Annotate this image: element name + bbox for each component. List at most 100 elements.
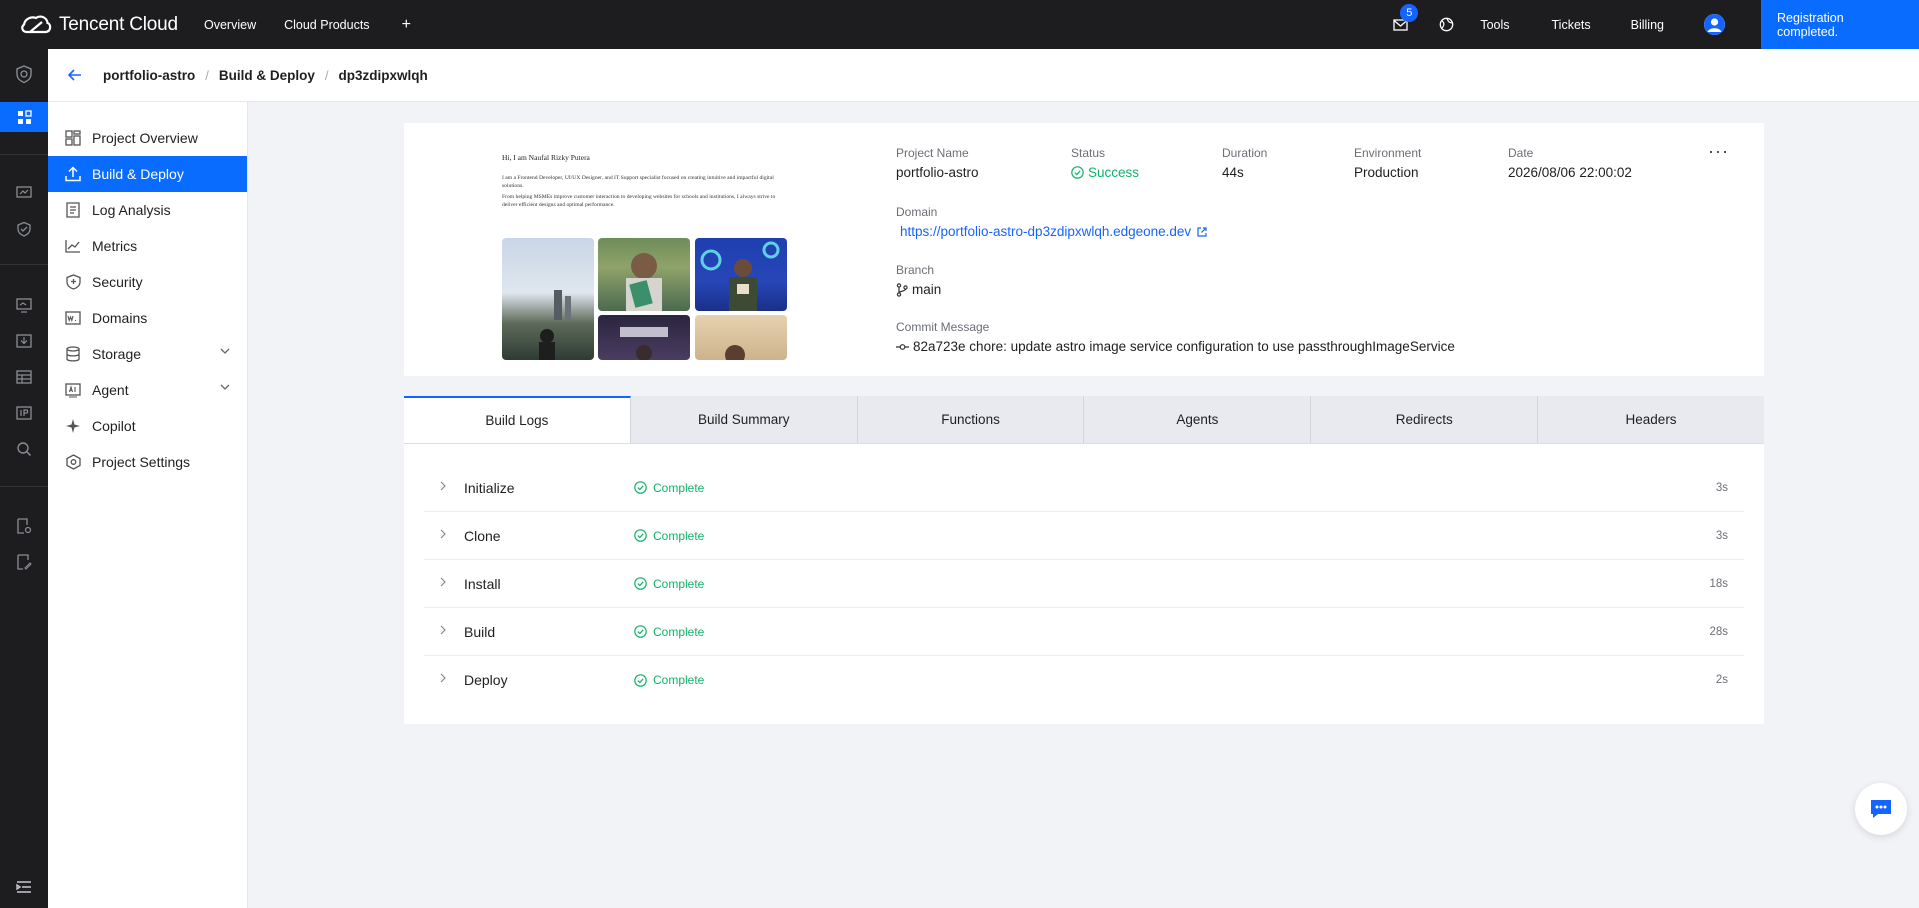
- log-step-status: Complete: [634, 577, 704, 591]
- duration-value: 44s: [1222, 165, 1244, 180]
- breadcrumb: portfolio-astro / Build & Deploy / dp3zd…: [48, 49, 1919, 102]
- sidebar-item-security[interactable]: Security: [48, 264, 247, 300]
- more-actions-button[interactable]: ···: [1708, 141, 1729, 162]
- rail-pages[interactable]: [0, 102, 48, 132]
- log-step-row[interactable]: Clone Complete 3s: [424, 512, 1744, 560]
- branch-name: main: [912, 282, 942, 297]
- domain-link[interactable]: https://portfolio-astro-dp3zdipxwlqh.edg…: [900, 224, 1207, 239]
- rail-security[interactable]: [0, 214, 48, 244]
- environment-value: Production: [1354, 165, 1419, 180]
- rail-analytics[interactable]: [0, 290, 48, 320]
- preview-photo: [695, 238, 787, 311]
- grid-icon: [64, 129, 82, 147]
- log-step-row[interactable]: Install Complete 18s: [424, 560, 1744, 608]
- breadcrumb-build-deploy[interactable]: Build & Deploy: [219, 68, 315, 83]
- brand-name: Tencent Cloud: [59, 13, 178, 35]
- check-circle-icon: [634, 673, 647, 687]
- tab-build-summary[interactable]: Build Summary: [631, 396, 858, 443]
- sidebar-item-label: Log Analysis: [92, 202, 171, 218]
- sidebar-item-label: Copilot: [92, 418, 136, 434]
- tab-headers[interactable]: Headers: [1538, 396, 1764, 443]
- site-preview-thumbnail[interactable]: Hi, I am Naufal Rizky Putera I am a Fron…: [502, 146, 792, 360]
- search-icon: [17, 442, 32, 457]
- tab-functions[interactable]: Functions: [858, 396, 1085, 443]
- rail-search[interactable]: [0, 434, 48, 464]
- chevron-right-icon[interactable]: [440, 577, 446, 587]
- project-name-label: Project Name: [896, 146, 969, 160]
- sidebar-item-label: Storage: [92, 346, 142, 362]
- sidebar-item-label: Agent: [92, 382, 129, 398]
- sidebar-item-build-deploy[interactable]: Build & Deploy: [48, 156, 247, 192]
- preview-greeting: Hi, I am Naufal Rizky Putera: [502, 153, 590, 162]
- log-step-row[interactable]: Build Complete 28s: [424, 608, 1744, 656]
- duration-label: Duration: [1222, 146, 1268, 160]
- brand[interactable]: Tencent Cloud: [0, 0, 204, 49]
- rail-edit-doc[interactable]: [0, 547, 48, 577]
- language-button[interactable]: [1436, 15, 1456, 35]
- project-sidebar: Project Overview Build & Deploy Log Anal…: [48, 102, 248, 908]
- breadcrumb-project[interactable]: portfolio-astro: [103, 68, 195, 83]
- document-edit-icon: [17, 554, 32, 570]
- mail-button[interactable]: 5: [1390, 3, 1419, 35]
- log-step-row[interactable]: Deploy Complete 2s: [424, 656, 1744, 704]
- tab-build-logs[interactable]: Build Logs: [404, 396, 631, 443]
- rail-edgeone[interactable]: [0, 59, 48, 89]
- billing-link[interactable]: Billing: [1631, 18, 1664, 32]
- rail-table[interactable]: [0, 362, 48, 392]
- chevron-right-icon[interactable]: [440, 529, 446, 539]
- add-shortcut-button[interactable]: +: [402, 16, 411, 34]
- domain-label: Domain: [896, 205, 938, 219]
- sidebar-item-storage[interactable]: Storage: [48, 336, 247, 372]
- tab-agents[interactable]: Agents: [1084, 396, 1312, 443]
- rail-download[interactable]: [0, 326, 48, 356]
- log-step-duration: 3s: [1715, 481, 1728, 494]
- sidebar-item-metrics[interactable]: Metrics: [48, 228, 247, 264]
- breadcrumb-separator: /: [324, 67, 329, 83]
- database-icon: [64, 345, 82, 363]
- menu-collapse-icon: [16, 881, 31, 893]
- chevron-right-icon[interactable]: [440, 673, 446, 683]
- preview-paragraph: From helping MSMEs improve customer inte…: [502, 194, 776, 208]
- log-step-row[interactable]: Initialize Complete 3s: [424, 464, 1744, 512]
- nav-cloud-products[interactable]: Cloud Products: [284, 18, 369, 32]
- sidebar-item-copilot[interactable]: Copilot: [48, 408, 247, 444]
- git-commit-icon: [896, 343, 909, 350]
- chevron-right-icon[interactable]: [440, 481, 446, 491]
- avatar[interactable]: [1704, 14, 1725, 35]
- check-circle-icon: [1071, 166, 1084, 179]
- rail-ip[interactable]: [0, 398, 48, 428]
- tools-link[interactable]: Tools: [1480, 18, 1509, 32]
- sidebar-item-log-analysis[interactable]: Log Analysis: [48, 192, 247, 228]
- sidebar-item-project-settings[interactable]: Project Settings: [48, 444, 247, 480]
- registration-status-button[interactable]: Registration completed.: [1761, 0, 1919, 49]
- sidebar-item-agent[interactable]: Agent: [48, 372, 247, 408]
- upload-icon: [64, 165, 82, 183]
- rail-settings-doc[interactable]: [0, 511, 48, 541]
- preview-photo: [598, 238, 690, 311]
- log-status-text: Complete: [653, 624, 705, 639]
- date-value: 2026/08/06 22:00:02: [1508, 165, 1632, 180]
- top-navigation-bar: Tencent Cloud Overview Cloud Products + …: [0, 0, 1919, 49]
- sidebar-item-project-overview[interactable]: Project Overview: [48, 120, 247, 156]
- sidebar-item-label: Build & Deploy: [92, 166, 184, 182]
- preview-photo: [598, 315, 690, 360]
- check-circle-icon: [634, 529, 647, 542]
- sidebar-item-domains[interactable]: Domains: [48, 300, 247, 336]
- back-button[interactable]: [65, 65, 85, 85]
- project-name-value: portfolio-astro: [896, 165, 979, 180]
- chevron-right-icon[interactable]: [440, 625, 446, 635]
- log-step-duration: 28s: [1709, 625, 1728, 638]
- check-circle-icon: [634, 577, 647, 590]
- commit-label: Commit Message: [896, 320, 990, 334]
- deployment-tabs: Build Logs Build Summary Functions Agent…: [404, 396, 1764, 444]
- nav-overview[interactable]: Overview: [204, 18, 256, 32]
- sidebar-item-label: Metrics: [92, 238, 138, 254]
- log-step-duration: 18s: [1709, 577, 1728, 590]
- tencent-cloud-logo-icon: [21, 15, 52, 33]
- rail-collapse[interactable]: [0, 872, 48, 902]
- tickets-link[interactable]: Tickets: [1552, 18, 1591, 32]
- rail-monitor[interactable]: [0, 178, 48, 208]
- deployment-card: Hi, I am Naufal Rizky Putera I am a Fron…: [404, 123, 1764, 376]
- tab-redirects[interactable]: Redirects: [1311, 396, 1539, 443]
- support-chat-button[interactable]: [1855, 783, 1907, 835]
